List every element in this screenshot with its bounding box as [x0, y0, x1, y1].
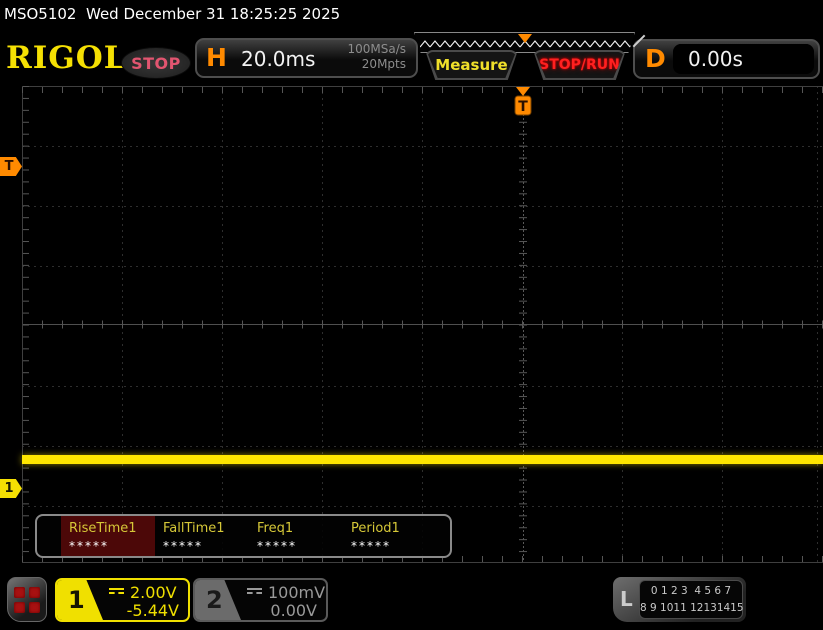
measurement-risetime[interactable]: RiseTime1 ***** — [61, 516, 155, 556]
memory-depth: 20Mpts — [361, 57, 406, 71]
titlebar: MSO5102 Wed December 31 18:25:25 2025 — [4, 5, 340, 23]
run-state-badge[interactable]: STOP — [121, 47, 191, 79]
channel2-block[interactable]: 2 100mV 0.00V — [193, 578, 328, 622]
datetime: Wed December 31 18:25:25 2025 — [86, 5, 341, 23]
logic-row-1: 0 1 2 3 4 5 6 7 — [650, 585, 732, 598]
channel1-trace — [22, 455, 823, 464]
model-name: MSO5102 — [4, 5, 77, 23]
delay-icon: D — [645, 44, 666, 73]
measurement-value: ***** — [69, 539, 109, 553]
sample-rate: 100MSa/s — [347, 42, 406, 56]
channel1-marker-label: 1 — [4, 481, 14, 496]
menu-button[interactable] — [7, 577, 47, 622]
measure-button[interactable]: Measure — [425, 50, 518, 80]
dc-coupling-icon — [247, 587, 262, 598]
measurement-label: RiseTime1 — [69, 521, 137, 536]
channel1-tab: 1 — [57, 580, 103, 620]
graticule: T — [22, 86, 823, 563]
trigger-position-label: T — [518, 99, 528, 115]
logic-tab: L — [620, 587, 633, 611]
run-state-label: STOP — [131, 53, 181, 73]
trigger-level-label: T — [4, 159, 14, 174]
dc-coupling-icon — [109, 587, 124, 598]
measurement-panel: RiseTime1 ***** FallTime1 ***** Freq1 **… — [35, 514, 452, 558]
measurement-label: Freq1 — [257, 521, 294, 536]
menu-grid-icon — [14, 586, 25, 598]
channel1-offset-marker[interactable]: 1 — [0, 479, 22, 498]
measurement-label: FallTime1 — [163, 521, 225, 536]
stop-run-button-label: STOP/RUN — [539, 57, 620, 73]
measurement-falltime[interactable]: FallTime1 ***** — [155, 516, 249, 556]
menu-grid-icon — [14, 601, 25, 613]
measurement-period[interactable]: Period1 ***** — [343, 516, 437, 556]
horizontal-icon: H — [206, 43, 227, 72]
logic-channel-list: 0 1 2 3 4 5 6 7 8 9 1011 12131415 — [639, 580, 744, 619]
measure-button-label: Measure — [435, 56, 508, 74]
acquisition-info: 100MSa/s 20Mpts — [347, 42, 406, 72]
measurement-label: Period1 — [351, 521, 400, 536]
channel1-block[interactable]: 1 2.00V -5.44V — [55, 578, 190, 622]
channel2-scale: 100mV — [268, 583, 326, 602]
measurement-value: ***** — [351, 539, 391, 553]
preview-trigger-marker-icon — [518, 34, 532, 43]
delay-settings-block[interactable]: D 0.00s — [633, 39, 820, 79]
horizontal-settings-block[interactable]: H 20.0ms 100MSa/s 20Mpts — [195, 38, 418, 78]
oscilloscope-screen: MSO5102 Wed December 31 18:25:25 2025 RI… — [0, 0, 823, 630]
measurement-freq[interactable]: Freq1 ***** — [249, 516, 343, 556]
trigger-level-marker[interactable]: T — [0, 157, 22, 176]
menu-grid-icon — [29, 601, 40, 613]
menu-grid-icon — [29, 586, 40, 598]
logic-channels-block[interactable]: L 0 1 2 3 4 5 6 7 8 9 1011 12131415 — [613, 577, 746, 622]
channel2-offset: 0.00V — [270, 601, 317, 620]
measurement-value: ***** — [257, 539, 297, 553]
timebase-value: 20.0ms — [241, 47, 316, 71]
channel2-tab: 2 — [195, 580, 241, 620]
stop-run-button[interactable]: STOP/RUN — [533, 50, 626, 80]
delay-value: 0.00s — [673, 44, 814, 74]
channel1-scale: 2.00V — [130, 583, 177, 602]
measurement-value: ***** — [163, 539, 203, 553]
channel1-offset: -5.44V — [126, 601, 179, 620]
logic-row-2: 8 9 1011 12131415 — [640, 601, 744, 614]
rigol-logo: RIGOL — [6, 40, 127, 76]
